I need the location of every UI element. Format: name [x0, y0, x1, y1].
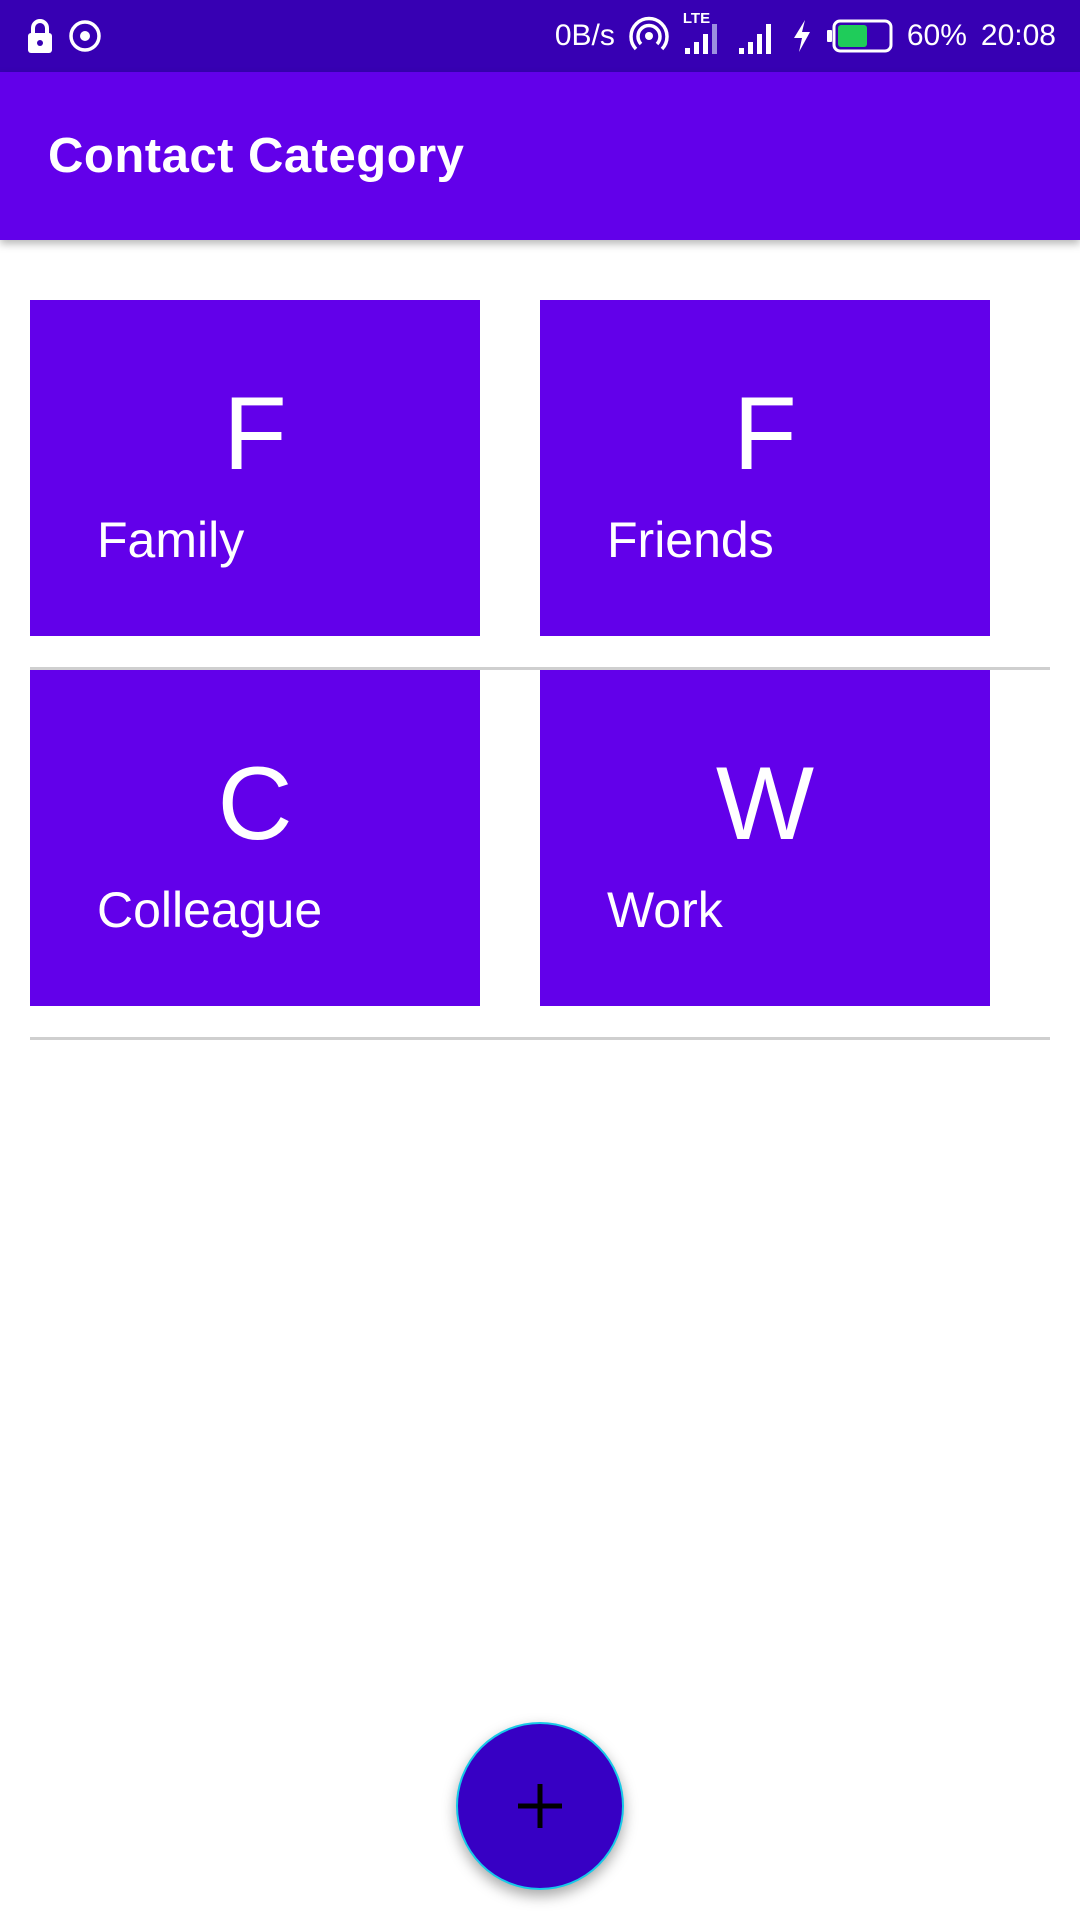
sync-icon — [68, 19, 102, 53]
status-left — [26, 18, 102, 54]
category-tile-work[interactable]: W Work — [540, 670, 990, 1006]
category-tile-family[interactable]: F Family — [30, 300, 480, 636]
category-initial: F — [223, 376, 287, 492]
signal-icon — [737, 16, 777, 56]
plus-icon — [516, 1782, 564, 1830]
category-grid: F Family F Friends C Colleague W Work — [30, 300, 1050, 1040]
battery-icon — [826, 19, 893, 53]
hotspot-icon — [629, 16, 669, 56]
clock: 20:08 — [980, 19, 1056, 52]
add-category-button[interactable] — [456, 1722, 624, 1890]
category-row: C Colleague W Work — [30, 670, 1050, 1040]
lte-signal-icon: LTE — [683, 10, 723, 56]
page-title: Contact Category — [48, 129, 465, 183]
status-bar: 0B/s LTE 60% 20:08 — [0, 0, 1080, 72]
category-initial: F — [733, 376, 797, 492]
category-label: Work — [607, 882, 723, 938]
category-tile-friends[interactable]: F Friends — [540, 300, 990, 636]
charging-icon — [791, 18, 813, 54]
net-speed: 0B/s — [554, 19, 615, 52]
lock-icon — [26, 18, 54, 54]
category-initial: W — [715, 746, 815, 862]
category-tile-colleague[interactable]: C Colleague — [30, 670, 480, 1006]
category-initial: C — [217, 746, 293, 862]
category-label: Family — [97, 512, 245, 568]
network-type-label: LTE — [682, 10, 711, 27]
category-label: Friends — [607, 512, 774, 568]
category-label: Colleague — [97, 882, 323, 938]
battery-percent: 60% — [906, 19, 967, 52]
status-right: 0B/s LTE 60% 20:08 — [554, 10, 1056, 56]
app-bar: Contact Category — [0, 72, 1080, 240]
category-row: F Family F Friends — [30, 300, 1050, 670]
